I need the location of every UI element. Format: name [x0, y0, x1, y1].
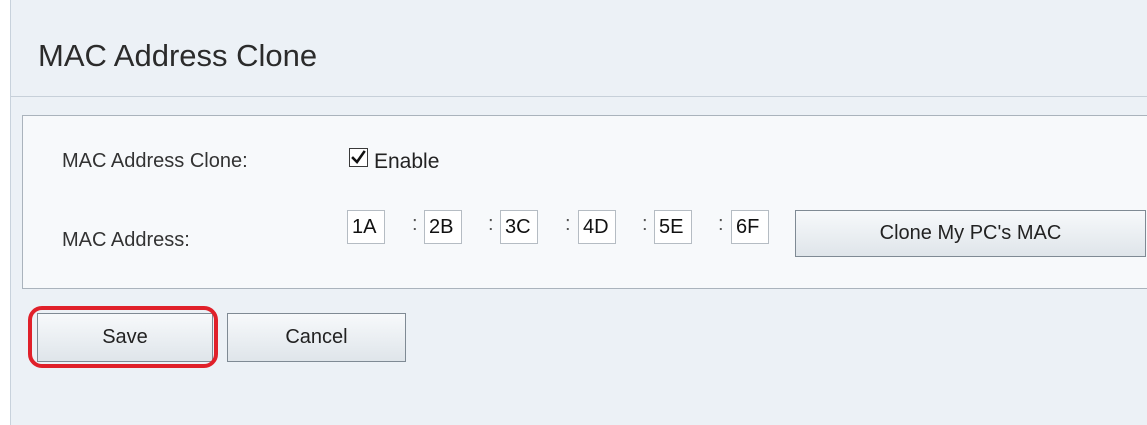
- title-divider: [11, 96, 1147, 97]
- enable-label[interactable]: Enable: [374, 150, 439, 174]
- mac-separator: :: [488, 213, 494, 235]
- clone-my-pc-mac-button[interactable]: Clone My PC's MAC: [795, 210, 1146, 257]
- mac-octet-1[interactable]: [347, 210, 385, 244]
- page-title: MAC Address Clone: [38, 38, 318, 73]
- mac-octet-6[interactable]: [731, 210, 769, 244]
- mac-separator: :: [718, 213, 724, 235]
- save-button[interactable]: Save: [37, 313, 213, 362]
- mac-clone-label: MAC Address Clone:: [62, 150, 248, 172]
- mac-octet-2[interactable]: [424, 210, 462, 244]
- enable-checkbox[interactable]: [349, 148, 368, 167]
- mac-separator: :: [565, 213, 571, 235]
- mac-clone-group: [22, 115, 1147, 289]
- mac-separator: :: [412, 213, 418, 235]
- mac-address-label: MAC Address:: [62, 229, 190, 251]
- mac-octet-4[interactable]: [578, 210, 616, 244]
- page: MAC Address Clone MAC Address Clone: Ena…: [0, 0, 1147, 425]
- checkmark-icon: [351, 150, 366, 165]
- mac-separator: :: [642, 213, 648, 235]
- cancel-button[interactable]: Cancel: [227, 313, 406, 362]
- mac-octet-5[interactable]: [654, 210, 692, 244]
- mac-octet-3[interactable]: [500, 210, 538, 244]
